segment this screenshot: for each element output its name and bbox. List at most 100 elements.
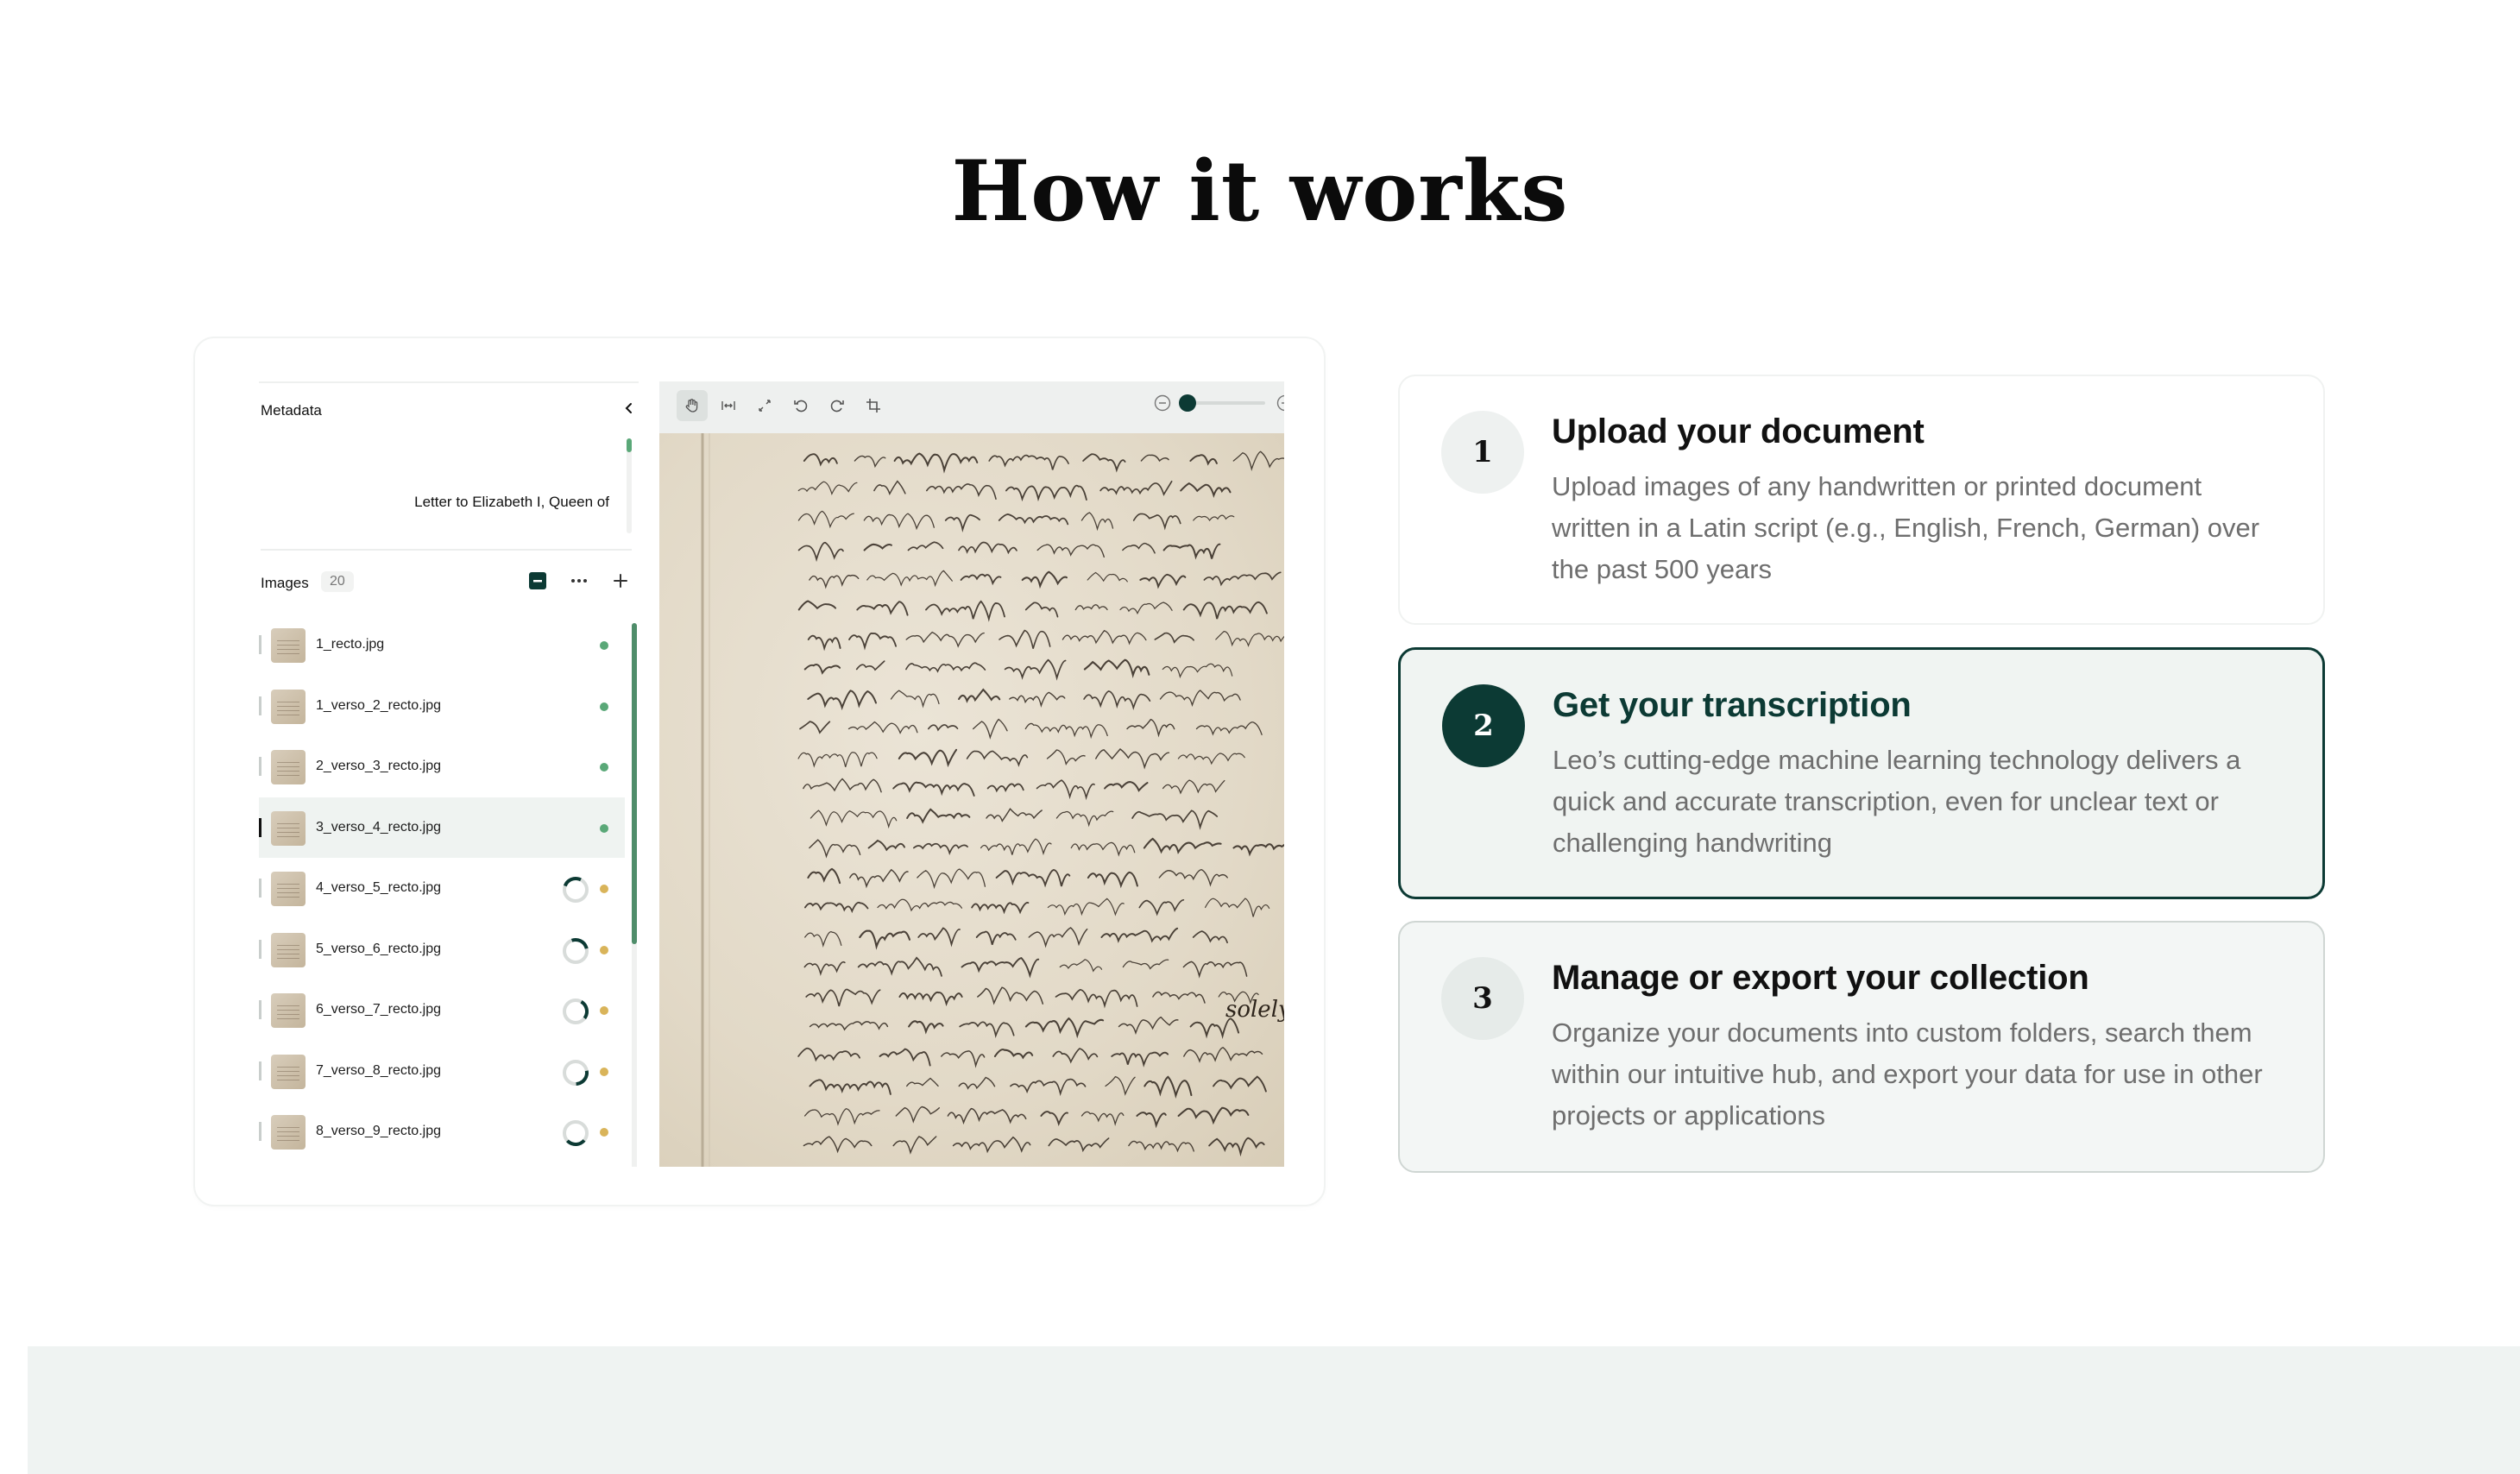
image-thumbnail xyxy=(271,750,306,784)
image-list-item[interactable]: 1_verso_2_recto.jpg xyxy=(259,676,625,737)
row-checkbox[interactable] xyxy=(259,757,261,776)
add-image-button[interactable] xyxy=(606,566,635,595)
image-list-item[interactable]: 2_verso_3_recto.jpg xyxy=(259,736,625,797)
handwriting-stroke xyxy=(908,1020,944,1035)
metadata-title-value: Letter to Elizabeth I, Queen of xyxy=(414,494,609,510)
handwriting-stroke xyxy=(1104,781,1149,792)
image-list-item[interactable]: 6_verso_7_recto.jpg xyxy=(259,980,625,1041)
handwriting-stroke xyxy=(848,632,898,651)
handwriting-stroke xyxy=(975,930,1017,945)
handwriting-stroke xyxy=(1162,663,1233,679)
image-list-item[interactable]: 8_verso_9_recto.jpg xyxy=(259,1101,625,1162)
handwriting-stroke xyxy=(971,902,1030,915)
manuscript-image[interactable]: solely xyxy=(659,433,1284,1167)
handwriting-stroke xyxy=(879,1048,931,1067)
status-dot xyxy=(600,763,608,772)
handwriting-stroke xyxy=(986,808,1043,822)
handwriting-stroke xyxy=(892,1136,937,1155)
handwriting-stroke xyxy=(803,1136,873,1154)
handwriting-stroke xyxy=(952,1136,1031,1154)
expand-button[interactable] xyxy=(749,390,780,421)
step-title: Upload your document xyxy=(1552,413,1925,450)
images-count-badge: 20 xyxy=(321,571,354,592)
row-checkbox[interactable] xyxy=(259,1122,261,1141)
image-list-item[interactable]: 4_verso_5_recto.jpg xyxy=(259,858,625,919)
file-name: 6_verso_7_recto.jpg xyxy=(316,1002,441,1017)
fit-width-button[interactable] xyxy=(713,390,744,421)
status-dot xyxy=(600,823,608,833)
zoom-in-icon[interactable] xyxy=(1276,394,1284,413)
handwriting-stroke xyxy=(797,510,854,529)
rotate-right-button[interactable] xyxy=(822,390,853,421)
handwriting-stroke xyxy=(998,513,1069,526)
handwriting-stroke xyxy=(797,481,858,495)
handwriting-stroke xyxy=(958,541,1017,555)
handwriting-stroke xyxy=(1158,869,1228,887)
handwriting-stroke xyxy=(1111,1051,1169,1068)
handwriting-stroke xyxy=(1010,1078,1087,1097)
crop-button[interactable] xyxy=(858,390,889,421)
select-all-button[interactable] xyxy=(523,566,552,595)
handwriting-stroke xyxy=(1100,927,1179,943)
status-dot xyxy=(600,945,608,954)
handwriting-scan: solely xyxy=(701,433,1284,1167)
handwriting-stroke xyxy=(1048,1137,1110,1153)
metadata-scrollbar[interactable] xyxy=(627,438,632,533)
row-checkbox[interactable] xyxy=(259,635,261,654)
handwriting-stroke xyxy=(1005,484,1087,502)
step-card-upload[interactable]: 1 Upload your document Upload images of … xyxy=(1398,375,2325,625)
file-name: 5_verso_6_recto.jpg xyxy=(316,941,441,956)
handwriting-stroke xyxy=(961,957,1040,979)
handwriting-stroke xyxy=(1177,753,1245,765)
handwriting-stroke xyxy=(958,1076,996,1090)
handwriting-stroke xyxy=(1119,602,1173,615)
pan-tool-button[interactable] xyxy=(677,390,708,421)
row-checkbox[interactable] xyxy=(259,1061,261,1080)
step-card-manage[interactable]: 3 Manage or export your collection Organ… xyxy=(1398,921,2325,1173)
plus-icon xyxy=(614,574,627,588)
image-list-item[interactable]: 3_verso_4_recto.jpg xyxy=(259,797,625,858)
handwriting-stroke xyxy=(907,541,944,551)
zoom-control xyxy=(1153,394,1284,413)
sidebar-divider xyxy=(261,549,632,551)
collapse-sidebar-button[interactable] xyxy=(614,394,644,423)
image-thumbnail xyxy=(271,689,306,724)
zoom-slider-knob[interactable] xyxy=(1179,394,1196,412)
handwriting-stroke xyxy=(1036,779,1095,801)
step-card-transcription[interactable]: 2 Get your transcription Leo’s cutting-e… xyxy=(1398,647,2325,899)
zoom-slider[interactable] xyxy=(1179,394,1265,412)
rotate-left-button[interactable] xyxy=(785,390,816,421)
handwriting-stroke xyxy=(960,573,1002,586)
row-checkbox[interactable] xyxy=(259,879,261,898)
handwriting-stroke xyxy=(1055,988,1138,1009)
status-dot xyxy=(600,1128,608,1137)
handwriting-stroke xyxy=(1204,898,1270,917)
handwriting-stroke xyxy=(803,901,869,914)
image-list-item[interactable]: 7_verso_8_recto.jpg xyxy=(259,1041,625,1102)
handwriting-stroke xyxy=(797,1047,860,1062)
image-list-item[interactable]: 1_recto.jpg xyxy=(259,614,625,676)
handwriting-stroke xyxy=(912,842,968,855)
rotate-left-icon xyxy=(794,400,808,413)
handwriting-stroke xyxy=(803,453,838,467)
image-thumbnail xyxy=(271,1115,306,1150)
row-checkbox[interactable] xyxy=(259,817,261,837)
handwriting-stroke xyxy=(856,601,909,616)
zoom-out-icon[interactable] xyxy=(1153,394,1172,413)
handwriting-stroke xyxy=(1126,718,1175,738)
handwriting-stroke xyxy=(1095,748,1170,770)
handwriting-stroke xyxy=(1136,1112,1167,1129)
handwriting-stroke xyxy=(1132,513,1181,531)
image-list-scrollbar[interactable] xyxy=(632,623,637,1167)
row-checkbox[interactable] xyxy=(259,939,261,959)
checkbox-minus-icon xyxy=(529,572,546,589)
handwriting-stroke xyxy=(986,783,1024,793)
row-checkbox[interactable] xyxy=(259,1000,261,1019)
handwriting-stroke xyxy=(973,718,1008,740)
image-list-item[interactable]: 5_verso_6_recto.jpg xyxy=(259,919,625,980)
more-options-button[interactable] xyxy=(564,566,594,595)
image-thumbnail xyxy=(271,993,306,1028)
row-checkbox[interactable] xyxy=(259,696,261,715)
handwriting-stroke xyxy=(977,986,1044,1005)
next-section-band xyxy=(28,1346,2520,1474)
